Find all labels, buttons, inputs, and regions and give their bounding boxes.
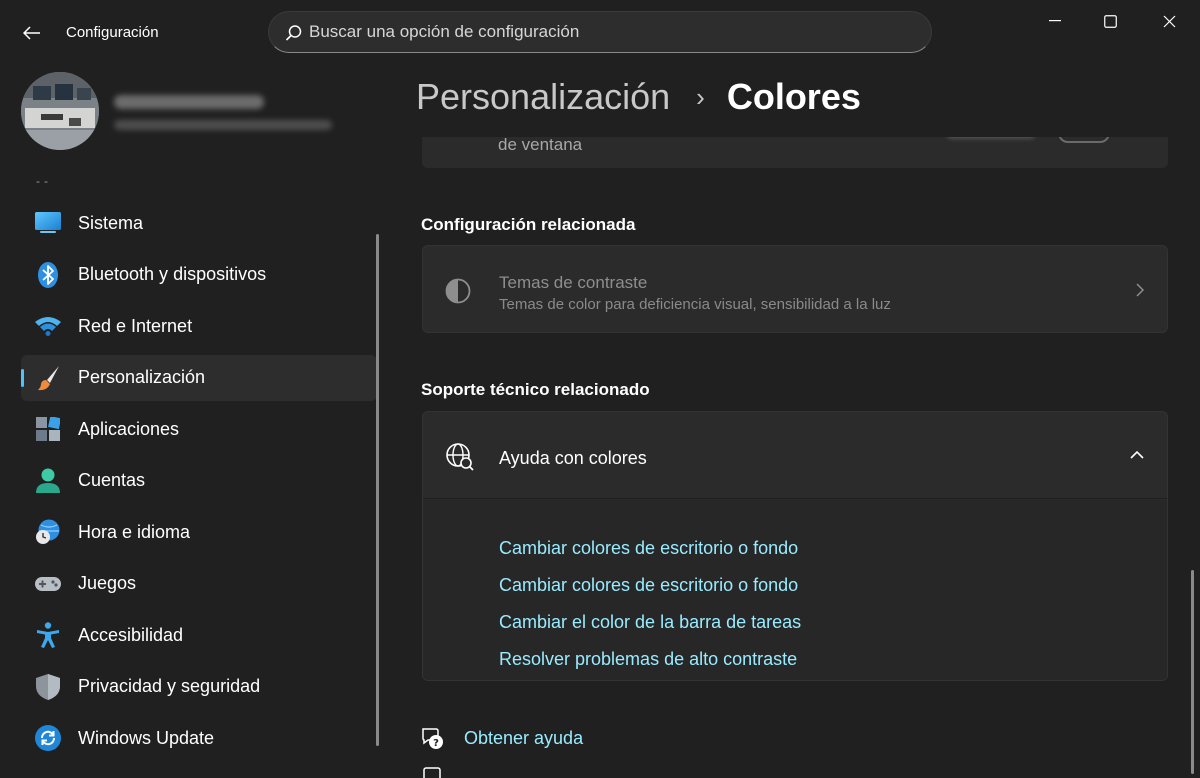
feedback-link-partial[interactable] [420,766,464,778]
contrast-icon [445,278,471,304]
partial-card-text: de ventana [498,137,583,154]
search-input[interactable]: Buscar una opción de configuración [309,22,579,42]
avatar[interactable] [21,72,99,150]
help-colors-body: Cambiar colores de escritorio o fondo Ca… [423,500,1167,680]
help-colors-header[interactable]: Ayuda con colores [423,412,1167,499]
breadcrumb-separator: › [696,81,705,112]
get-help-label: Obtener ayuda [464,727,584,748]
sidebar-item-label: Juegos [78,573,137,593]
back-arrow-icon [23,26,40,40]
breadcrumb: Personalización › Colores [416,76,861,118]
contrast-themes-card[interactable]: Temas de contraste Temas de color para d… [422,245,1168,333]
search-icon [283,22,305,44]
back-button[interactable] [18,20,46,46]
sidebar-item-label: Bluetooth y dispositivos [78,264,267,284]
page-title: Colores [726,76,861,117]
minimize-button[interactable] [1032,6,1078,36]
sidebar-item-privacidad[interactable]: Privacidad y seguridad [21,664,377,710]
breadcrumb-parent[interactable]: Personalización [416,76,670,118]
accessibility-icon [34,621,62,649]
contrast-themes-title: Temas de contraste [499,273,648,292]
sidebar-item-hora[interactable]: Hora e idioma [21,509,377,555]
sidebar-item-label: Red e Internet [78,315,193,336]
close-icon [1163,15,1175,27]
sidebar-item-label: Personalización [78,367,206,387]
sidebar-item-personalizacion[interactable]: Personalización [21,354,377,401]
partial-card-status [946,137,1036,139]
sidebar-item-label: Accesibilidad [78,624,184,645]
system-icon [34,209,62,237]
chevron-up-icon[interactable] [1129,448,1145,462]
title-bar: Configuración Buscar una opción de confi… [0,0,1200,60]
sidebar-scrollbar[interactable] [376,234,379,746]
sidebar-nav: Sistema Bluetooth y dispositivos Red e I… [21,200,377,767]
apps-icon [34,415,62,443]
partial-setting-card: de ventana [422,137,1168,168]
sidebar-item-label: Privacidad y seguridad [78,676,261,696]
maximize-button[interactable] [1087,6,1133,36]
help-colors-title: Ayuda con colores [499,448,647,468]
main-scrollbar[interactable] [1191,570,1194,774]
account-icon [34,467,62,495]
related-settings-heading: Configuración relacionada [421,215,636,234]
app-title: Configuración [66,24,159,41]
sidebar-item-label: Hora e idioma [78,521,191,542]
feedback-icon [423,767,441,778]
globe-search-icon [446,443,474,471]
sidebar-item-accesibilidad[interactable]: Accesibilidad [21,612,377,658]
gamepad-icon [34,570,62,598]
brush-icon [34,364,62,392]
user-email-blurred [114,120,332,130]
sidebar-item-label: Windows Update [78,727,215,748]
sidebar-item-red[interactable]: Red e Internet [21,303,377,349]
help-link[interactable]: Cambiar colores de escritorio o fondo [499,575,798,596]
sidebar-item-sistema[interactable]: Sistema [21,200,377,246]
wifi-icon [34,312,62,340]
sidebar-item-label: Aplicaciones [78,418,180,439]
search-box[interactable]: Buscar una opción de configuración [268,11,932,53]
bluetooth-icon [34,261,62,289]
partial-card-toggle[interactable] [1058,137,1110,143]
user-name-blurred [114,95,264,109]
help-colors-card: Ayuda con colores Cambiar colores de esc… [422,411,1168,681]
time-language-icon [34,518,62,546]
maximize-icon [1103,14,1117,28]
help-link[interactable]: Resolver problemas de alto contraste [499,649,797,670]
contrast-themes-description: Temas de color para deficiencia visual, … [499,296,891,313]
sidebar-item-cuentas[interactable]: Cuentas [21,458,377,504]
help-link[interactable]: Cambiar colores de escritorio o fondo [499,538,798,559]
svg-text:?: ? [433,738,439,749]
help-link[interactable]: Cambiar el color de la barra de tareas [499,612,801,633]
sidebar-item-label: Sistema [78,212,144,233]
sidebar-item-label: Cuentas [78,470,146,490]
related-support-heading: Soporte técnico relacionado [421,380,650,399]
sidebar-item-juegos[interactable]: Juegos [21,561,377,607]
chevron-right-icon [1136,283,1145,297]
minimize-icon [1049,20,1061,22]
sidebar-item-bluetooth[interactable]: Bluetooth y dispositivos [21,252,377,298]
close-button[interactable] [1146,6,1192,36]
sidebar-item-windows-update[interactable]: Windows Update [21,715,377,761]
update-icon [34,724,62,752]
sidebar-item-aplicaciones[interactable]: Aplicaciones [21,406,377,452]
help-chat-icon: ? [422,728,443,749]
shield-icon [34,673,62,701]
divider: -- [36,174,52,188]
get-help-link[interactable]: ? Obtener ayuda [420,726,583,750]
